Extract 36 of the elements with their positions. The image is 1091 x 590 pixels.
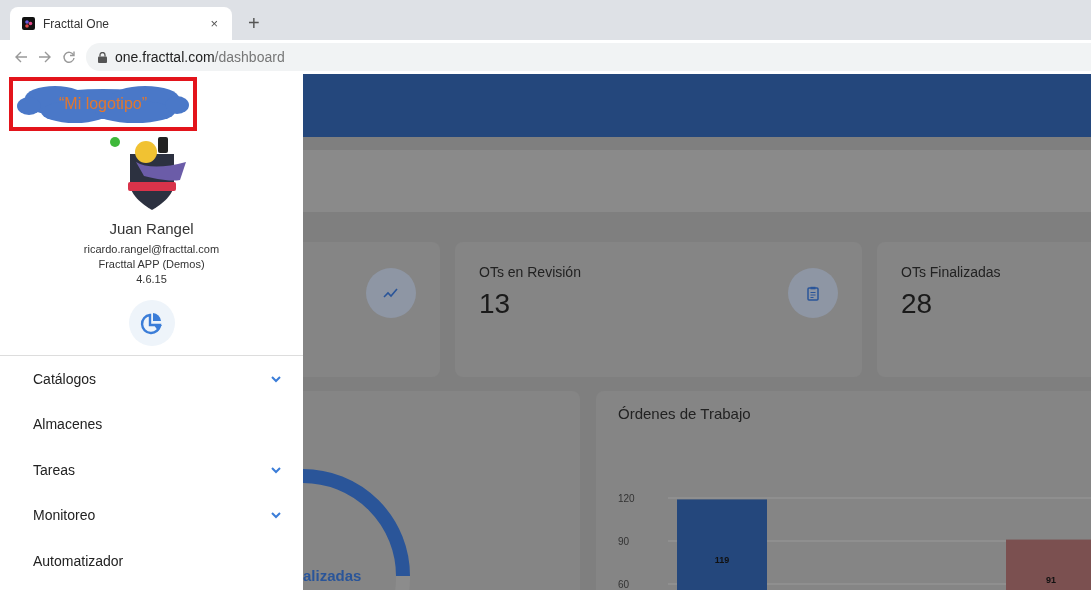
stat-value: 28 xyxy=(901,288,933,320)
menu-item[interactable]: Tareas xyxy=(0,447,303,493)
axis-tick-label: 90 xyxy=(618,536,630,547)
chart-title: Órdenes de Trabajo xyxy=(617,404,752,422)
app-favicon-icon xyxy=(22,17,35,30)
trend-line-icon xyxy=(383,288,399,298)
company-name: Fracttal APP (Demos) xyxy=(98,258,205,270)
forward-arrow-icon[interactable] xyxy=(38,50,52,64)
dashboard-button[interactable] xyxy=(128,300,175,346)
menu-item[interactable]: Monitoreo xyxy=(0,492,303,538)
url-text: one.fracttal.com/dashboard xyxy=(115,49,285,65)
menu-item[interactable]: Catálogos xyxy=(0,356,303,402)
user-name: Juan Rangel xyxy=(109,220,194,237)
back-arrow-icon[interactable] xyxy=(14,50,28,64)
reload-icon[interactable] xyxy=(62,50,76,64)
tab-title: Fracttal One xyxy=(43,16,111,31)
new-tab-button[interactable]: + xyxy=(240,7,268,40)
bar-value-label: 119 xyxy=(714,555,730,566)
gauge-label: alizadas xyxy=(303,567,362,584)
address-bar[interactable]: one.fracttal.com/dashboard xyxy=(86,43,1091,71)
user-email: ricardo.rangel@fracttal.com xyxy=(83,243,220,255)
stat-value: 13 xyxy=(479,288,511,320)
stat-title: OTs Finalizadas xyxy=(901,264,1001,280)
stat-title: OTs en Revisión xyxy=(479,264,581,280)
menu-item[interactable]: Almacenes xyxy=(0,401,303,447)
clipboard-icon xyxy=(807,285,819,301)
menu-item[interactable]: Automatizador xyxy=(0,538,303,584)
logo-text: “Mi logotipo” xyxy=(59,95,147,113)
lock-icon xyxy=(98,51,107,63)
browser-tab[interactable]: Fracttal One × xyxy=(10,7,232,40)
axis-tick-label: 120 xyxy=(618,493,635,504)
app-version: 4.6.15 xyxy=(136,273,167,285)
axis-tick-label: 60 xyxy=(618,579,630,590)
bar-value-label: 91 xyxy=(1046,575,1056,586)
close-tab-button[interactable]: × xyxy=(208,16,220,31)
pie-chart-icon xyxy=(139,311,164,335)
